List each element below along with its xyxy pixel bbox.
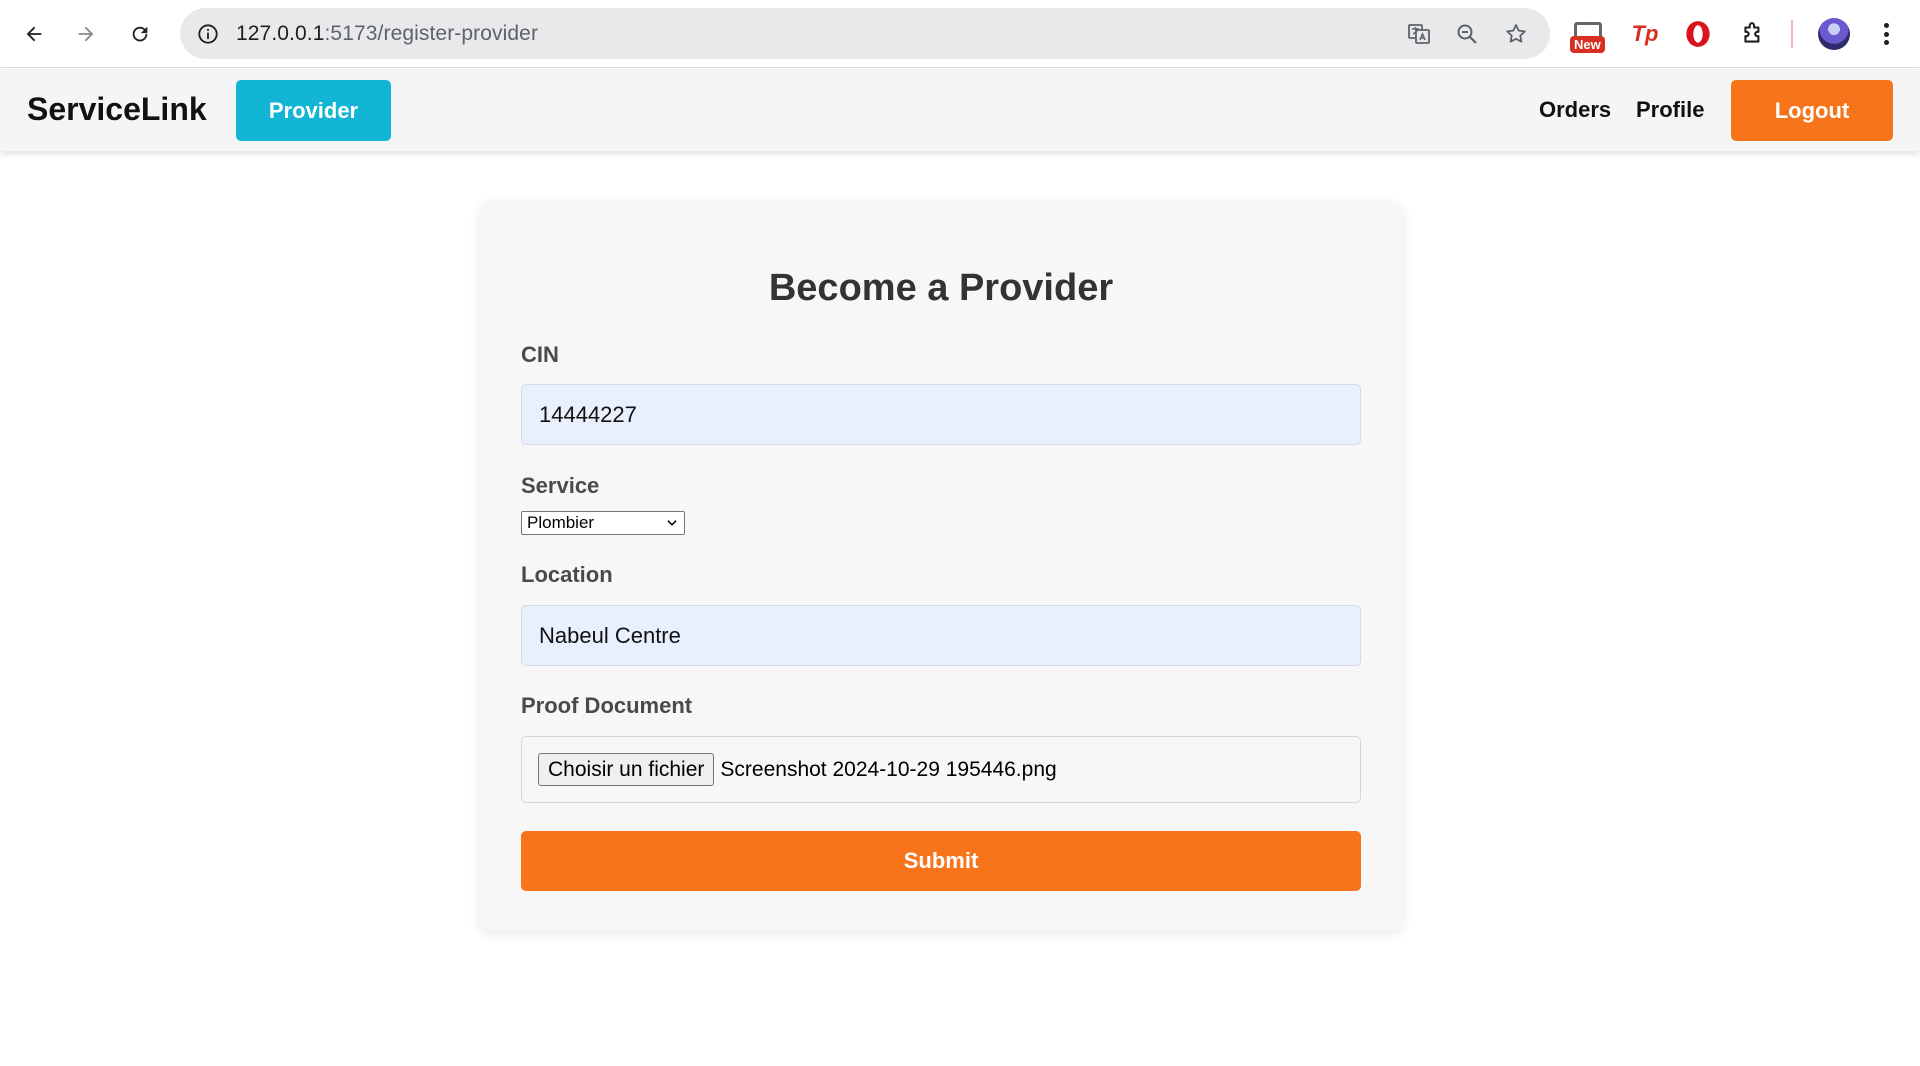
reload-icon[interactable]	[120, 14, 160, 54]
service-select[interactable]: Plombier	[521, 511, 685, 535]
submit-button[interactable]: Submit	[521, 831, 1361, 891]
browser-toolbar: 127.0.0.1:5173/register-provider New Tp	[0, 0, 1920, 68]
nav-profile-link[interactable]: Profile	[1636, 97, 1704, 123]
url-text[interactable]: 127.0.0.1:5173/register-provider	[236, 22, 538, 46]
location-label: Location	[521, 562, 613, 587]
cin-label: CIN	[521, 342, 559, 367]
extension-new-badge: New	[1570, 36, 1605, 53]
extensions-puzzle-icon[interactable]	[1735, 16, 1771, 52]
profile-avatar[interactable]	[1818, 18, 1850, 50]
extension-tp-label: Tp	[1631, 21, 1659, 46]
provider-form-card: Become a Provider CIN 14444227 Service P…	[480, 203, 1402, 931]
toolbar-divider	[1791, 20, 1793, 48]
url-path: :5173/register-provider	[324, 22, 539, 45]
service-label: Service	[521, 473, 600, 498]
menu-kebab-icon[interactable]	[1878, 20, 1894, 48]
url-host: 127.0.0.1	[236, 22, 325, 45]
selected-file-name: Screenshot 2024-10-29 195446.png	[720, 757, 1057, 781]
extension-new-icon[interactable]: New	[1570, 22, 1608, 56]
cin-input[interactable]: 14444227	[521, 384, 1361, 445]
choose-file-button[interactable]: Choisir un fichier	[538, 753, 715, 786]
provider-button[interactable]: Provider	[236, 80, 391, 141]
back-icon[interactable]	[14, 14, 54, 54]
extension-opera-icon[interactable]	[1680, 16, 1716, 52]
chevron-down-icon	[667, 520, 677, 526]
logout-button[interactable]: Logout	[1731, 80, 1893, 141]
forward-icon[interactable]	[66, 14, 106, 54]
address-bar[interactable]: 127.0.0.1:5173/register-provider	[180, 8, 1550, 59]
extension-tp-icon[interactable]: Tp	[1627, 16, 1663, 52]
site-info-icon[interactable]	[194, 20, 222, 48]
nav-orders-link[interactable]: Orders	[1539, 97, 1611, 123]
zoom-icon[interactable]	[1453, 20, 1481, 48]
form-title: Become a Provider	[768, 267, 1114, 309]
app-navbar: ServiceLink Provider Orders Profile Logo…	[0, 69, 1920, 151]
proof-document-file-input[interactable]: Choisir un fichier Screenshot 2024-10-29…	[521, 736, 1361, 803]
location-input[interactable]: Nabeul Centre	[521, 605, 1361, 666]
proof-document-label: Proof Document	[521, 693, 693, 718]
bookmark-star-icon[interactable]	[1502, 20, 1530, 48]
translate-icon[interactable]	[1405, 20, 1433, 48]
service-select-value: Plombier	[527, 513, 595, 532]
brand-logo[interactable]: ServiceLink	[27, 91, 207, 128]
